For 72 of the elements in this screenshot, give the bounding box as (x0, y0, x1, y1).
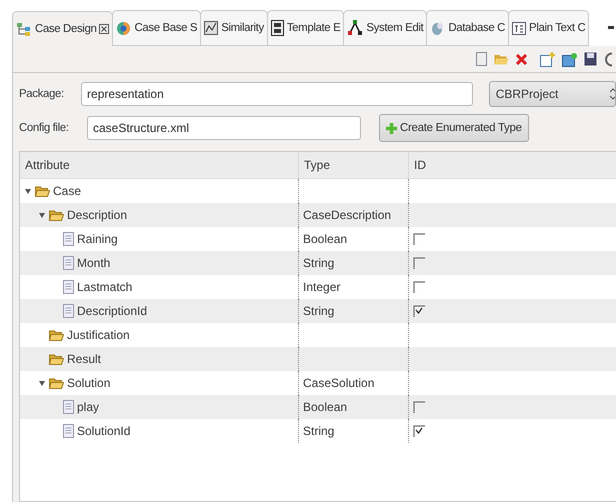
chart-icon (204, 21, 218, 35)
attribute-name[interactable]: Raining (77, 232, 118, 246)
new-item-icon[interactable] (540, 52, 555, 66)
config-file-field[interactable]: caseStructure.xml (87, 116, 361, 140)
folder-icon (35, 185, 50, 197)
settings-icon[interactable] (604, 52, 612, 66)
editor-tab[interactable]: Similarity (200, 10, 268, 46)
folder-icon (49, 353, 64, 365)
add-icon[interactable] (562, 52, 577, 66)
globe-icon (116, 20, 132, 36)
save-icon[interactable] (584, 52, 597, 66)
editor-tab[interactable]: Plain Text C (508, 10, 590, 46)
expanded-arrow-icon[interactable] (38, 379, 46, 387)
type-text: CaseSolution (303, 376, 374, 390)
package-label: Package: (19, 88, 65, 100)
network-icon (347, 20, 364, 36)
type-text: String (303, 424, 334, 438)
editor-tab[interactable]: Case Base S (112, 10, 202, 46)
document-icon (270, 20, 284, 36)
attribute-name[interactable]: Result (67, 352, 102, 366)
attribute-name[interactable]: DescriptionId (77, 304, 148, 318)
checkbox[interactable] (413, 281, 425, 293)
text-icon (512, 22, 526, 34)
package-field[interactable]: representation (81, 82, 473, 106)
file-icon (63, 256, 74, 270)
file-icon (63, 424, 74, 438)
expanded-arrow-icon[interactable] (38, 211, 46, 219)
new-file-icon[interactable] (476, 52, 487, 66)
attribute-name[interactable]: Justification (67, 328, 130, 342)
folder-icon (49, 377, 64, 389)
type-text: CaseDescription (303, 208, 392, 222)
column-header[interactable]: Attribute (20, 152, 298, 178)
plus-icon (386, 122, 397, 134)
minimize-icon[interactable] (608, 26, 614, 30)
editor-tab[interactable]: System Edit (343, 10, 428, 46)
column-header[interactable]: ID (408, 152, 616, 178)
close-icon[interactable] (99, 24, 110, 34)
type-text: Integer (303, 280, 340, 294)
attribute-name[interactable]: Lastmatch (77, 280, 132, 294)
spinner-icon (610, 88, 615, 100)
type-text: Boolean (303, 400, 348, 414)
file-icon (63, 400, 74, 414)
checkbox[interactable] (413, 257, 425, 269)
editor-tab[interactable]: Template E (266, 10, 344, 46)
attribute-name[interactable]: Solution (67, 376, 110, 390)
create-enumerated-type-button[interactable]: Create Enumerated Type (379, 114, 529, 142)
attribute-name[interactable]: Month (77, 256, 110, 270)
type-text: String (303, 256, 334, 270)
editor-tab[interactable]: Database C (426, 10, 510, 46)
attribute-name[interactable]: SolutionId (77, 424, 130, 438)
tree-icon (16, 22, 32, 36)
project-dropdown[interactable]: CBRProject (488, 81, 616, 107)
attribute-name[interactable]: Case (53, 184, 82, 198)
folder-icon (49, 329, 64, 341)
column-header[interactable]: Type (298, 152, 408, 178)
expanded-arrow-icon[interactable] (24, 187, 32, 195)
checkbox[interactable] (413, 425, 425, 437)
attribute-name[interactable]: Description (67, 208, 128, 222)
checkbox[interactable] (413, 305, 425, 317)
editor-tab[interactable]: Case Design (12, 11, 114, 46)
type-text: String (303, 304, 334, 318)
attribute-name[interactable]: play (77, 400, 100, 414)
folder-icon (49, 209, 64, 221)
database-icon (430, 20, 446, 36)
delete-icon[interactable] (516, 54, 527, 64)
file-icon (63, 232, 74, 246)
file-icon (63, 304, 74, 318)
config-file-label: Config file: (19, 122, 70, 134)
checkbox[interactable] (413, 401, 425, 413)
checkbox[interactable] (413, 233, 425, 245)
type-text: Boolean (303, 232, 348, 246)
file-icon (63, 280, 74, 294)
